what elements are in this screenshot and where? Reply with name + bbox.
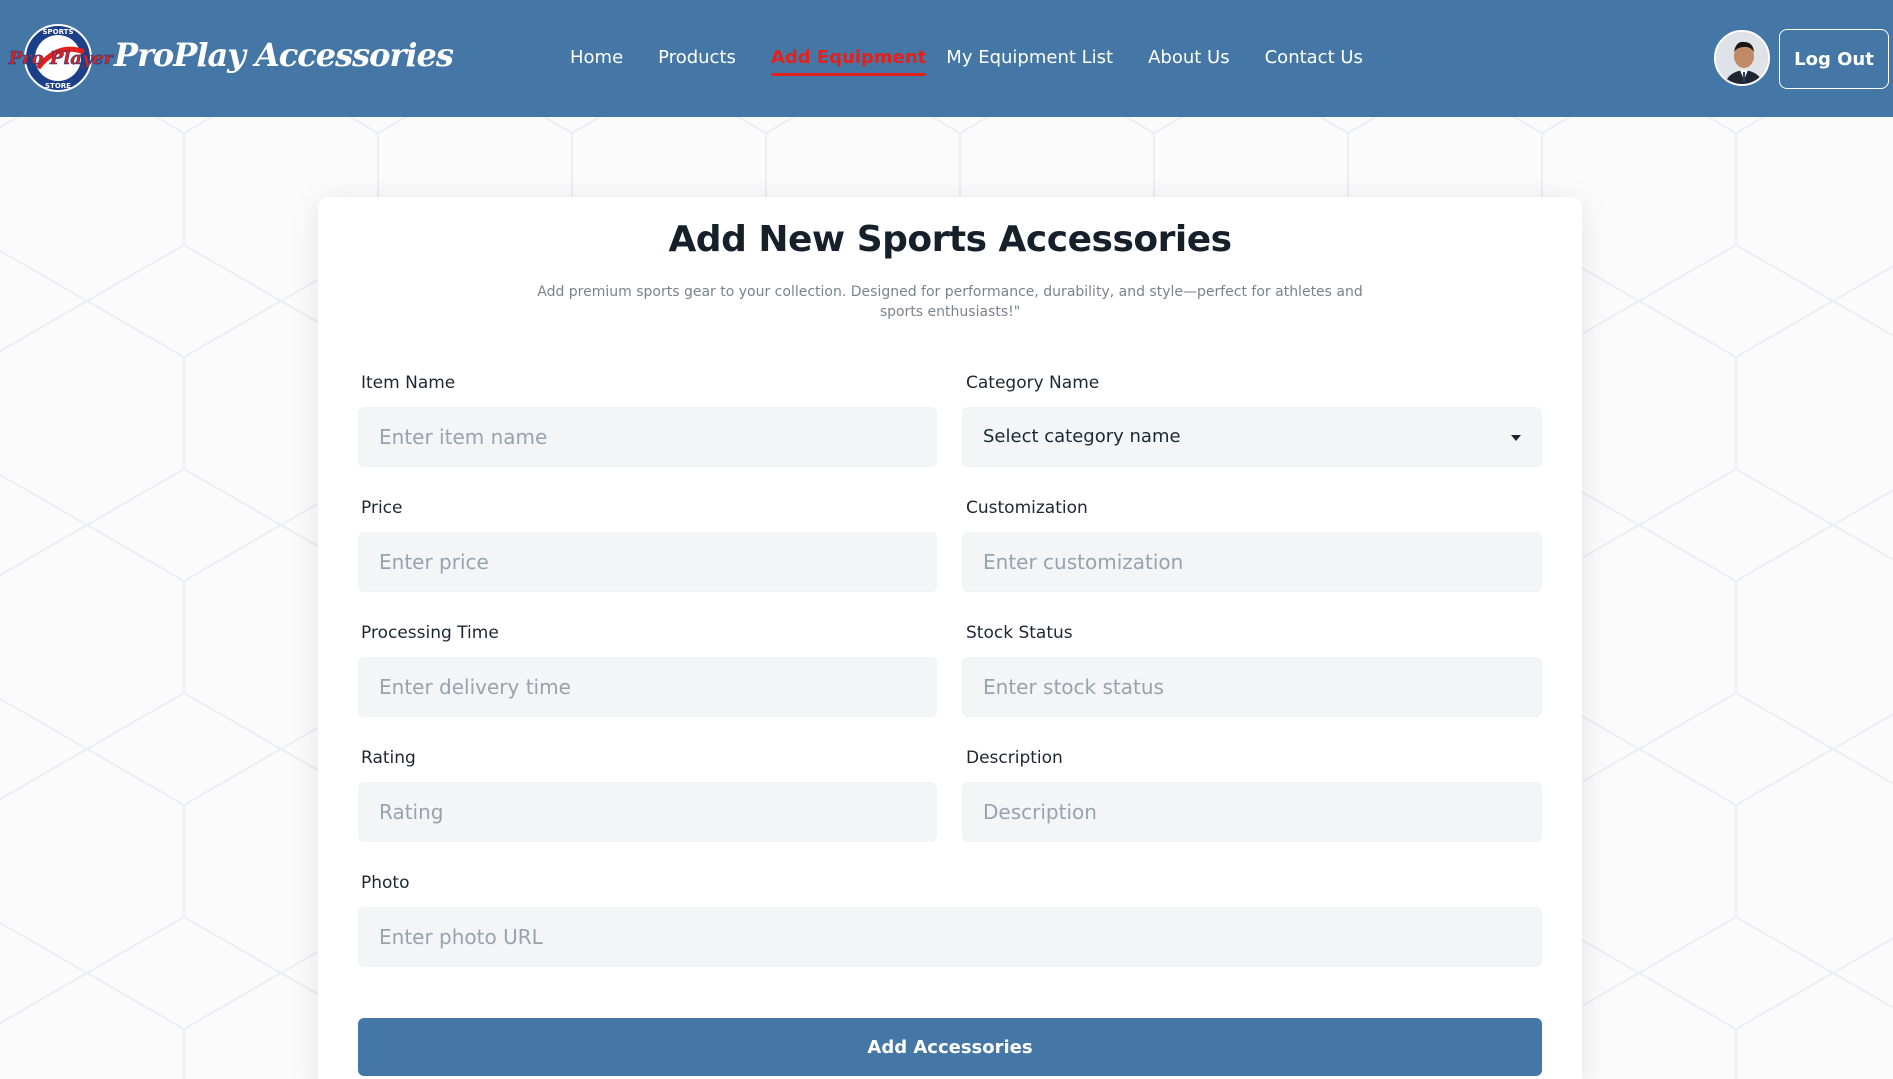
logo-ring-bottom: STORE bbox=[45, 82, 71, 90]
category-name-label: Category Name bbox=[966, 373, 1100, 393]
form-subtitle: Add premium sports gear to your collecti… bbox=[537, 284, 1363, 320]
nav-contact-us[interactable]: Contact Us bbox=[1265, 46, 1363, 72]
logo-script-text: Pro Player bbox=[8, 48, 114, 69]
nav-products[interactable]: Products bbox=[658, 46, 736, 72]
caret-down-icon bbox=[1511, 435, 1521, 441]
rating-input[interactable] bbox=[358, 782, 937, 842]
nav-add-equipment[interactable]: Add Equipment bbox=[770, 46, 927, 76]
item-name-label: Item Name bbox=[361, 373, 456, 393]
brand-logo[interactable]: SPORTS STORE Pro Player bbox=[7, 22, 115, 94]
logout-button[interactable]: Log Out bbox=[1779, 29, 1889, 89]
description-label: Description bbox=[966, 748, 1063, 768]
logo-ring-top: SPORTS bbox=[42, 28, 73, 36]
nav-my-equipment-list[interactable]: My Equipment List bbox=[946, 46, 1113, 72]
form-title: Add New Sports Accessories bbox=[668, 219, 1232, 260]
navbar: SPORTS STORE Pro Player ProPlay Accessor… bbox=[0, 0, 1893, 117]
nav-home[interactable]: Home bbox=[570, 46, 623, 72]
main-nav: Home Products Add Equipment My Equipment… bbox=[570, 46, 1363, 76]
customization-label: Customization bbox=[966, 498, 1088, 518]
logo-emblem-icon: SPORTS STORE Pro Player bbox=[7, 24, 115, 92]
stock-status-input[interactable] bbox=[962, 657, 1542, 717]
category-select[interactable]: Select category name bbox=[962, 407, 1542, 467]
add-accessory-card: Add New Sports Accessories Add premium s… bbox=[318, 197, 1582, 1079]
item-name-input[interactable] bbox=[358, 407, 937, 467]
customization-input[interactable] bbox=[962, 532, 1542, 592]
photo-label: Photo bbox=[361, 873, 410, 893]
stock-status-label: Stock Status bbox=[966, 623, 1073, 643]
processing-time-label: Processing Time bbox=[361, 623, 499, 643]
page: SPORTS STORE Pro Player ProPlay Accessor… bbox=[0, 0, 1893, 1079]
price-label: Price bbox=[361, 498, 403, 518]
rating-label: Rating bbox=[361, 748, 416, 768]
user-photo-icon bbox=[1716, 32, 1768, 84]
photo-url-input[interactable] bbox=[358, 907, 1542, 967]
nav-about-us[interactable]: About Us bbox=[1148, 46, 1230, 72]
processing-time-input[interactable] bbox=[358, 657, 937, 717]
brand-name[interactable]: ProPlay Accessories bbox=[114, 36, 454, 74]
price-input[interactable] bbox=[358, 532, 937, 592]
category-selected-value: Select category name bbox=[983, 426, 1181, 447]
description-input[interactable] bbox=[962, 782, 1542, 842]
user-avatar[interactable] bbox=[1714, 30, 1770, 86]
add-accessories-button[interactable]: Add Accessories bbox=[358, 1018, 1542, 1076]
